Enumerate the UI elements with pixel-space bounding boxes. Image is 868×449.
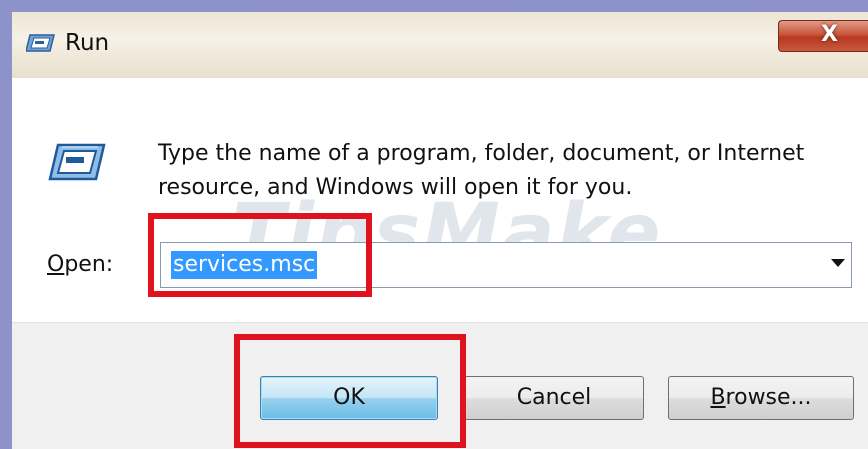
browse-accesskey: B: [710, 385, 726, 410]
browse-label: rowse...: [725, 385, 812, 410]
open-label-text: pen:: [64, 252, 114, 277]
open-combobox[interactable]: services.msc: [160, 242, 852, 288]
chevron-down-icon[interactable]: [831, 259, 845, 267]
title-bar[interactable]: Run X: [12, 12, 868, 78]
open-label: Open:: [47, 252, 113, 277]
button-bar: OK Cancel Browse...: [12, 322, 868, 449]
window-title: Run: [65, 30, 110, 56]
run-dialog: Run X Type the name of a program, folder…: [12, 12, 868, 449]
dialog-content: Type the name of a program, folder, docu…: [12, 78, 868, 322]
description-line-1: Type the name of a program, folder, docu…: [158, 141, 805, 166]
open-label-accesskey: O: [47, 252, 65, 277]
close-icon: X: [821, 22, 838, 47]
run-program-icon: [48, 143, 106, 181]
open-input-value[interactable]: services.msc: [171, 251, 318, 279]
run-icon: [26, 34, 55, 52]
ok-button[interactable]: OK: [260, 376, 438, 420]
description-line-2: resource, and Windows will open it for y…: [158, 175, 633, 200]
dialog-description: Type the name of a program, folder, docu…: [158, 137, 848, 205]
close-button[interactable]: X: [778, 20, 868, 52]
cancel-button[interactable]: Cancel: [464, 376, 644, 420]
browse-button[interactable]: Browse...: [668, 376, 854, 420]
